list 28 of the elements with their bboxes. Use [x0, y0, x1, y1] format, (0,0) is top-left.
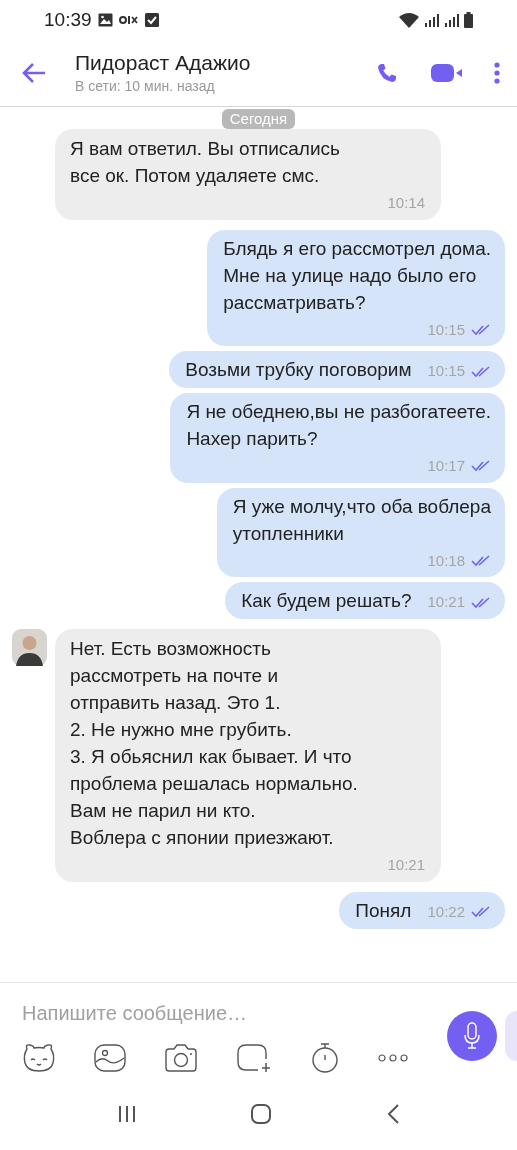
message-time: 10:18: [427, 550, 465, 571]
message-time: 10:22: [427, 901, 465, 922]
outgoing-message-bubble[interactable]: Я уже молчу,что оба воблера утопленники 10:18: [216, 487, 505, 577]
message-time: 10:21: [387, 855, 425, 875]
message-time: 10:14: [387, 193, 425, 213]
message-time: 10:15: [427, 319, 465, 340]
date-chip: Сегодня: [221, 109, 296, 129]
message-text: Я не обеднею,вы не разбогатеете. Нахер парить?: [186, 400, 491, 451]
message-text: Возьми трубку поговорим: [185, 358, 412, 382]
message-text: Нет. Есть возможность рассмотреть на почте и отправить назад. Это 1. 2. Не нужно мне грубить. 3. Я обьяснил как бывает. И что проблема решалась нормально. Вам не парил ни кто. Воблера с японии приезжают.: [70, 637, 359, 850]
message-field[interactable]: Напишите сообщение…: [22, 999, 422, 1027]
message-text: Блядь я его рассмотрел дома. Мне на улице надо было его рассматривать?: [223, 236, 491, 315]
contact-name: Пидораст Адажио: [75, 50, 252, 76]
online-status: В сети: 10 мин. назад: [75, 77, 216, 96]
message-time: 10:15: [427, 361, 465, 382]
message-text: Я вам ответил. Вы отписались все ок. Потом удаляете смс.: [70, 137, 341, 188]
message-text: Понял: [355, 898, 412, 923]
outgoing-message-bubble[interactable]: Понял 10:22: [339, 891, 505, 929]
outgoing-message-bubble[interactable]: Блядь я его рассмотрел дома. Мне на улице надо было его рассматривать? 10:15: [207, 229, 505, 346]
outgoing-message-bubble[interactable]: Я не обеднею,вы не разбогатеете. Нахер парить? 10:17: [170, 393, 505, 483]
message-text: Как будем решать?: [241, 589, 412, 613]
incoming-message-bubble[interactable]: Я вам ответил. Вы отписались все ок. Потом удаляете смс. 10:14: [55, 129, 441, 220]
message-time: 10:21: [427, 592, 465, 613]
status-time: 10:39: [44, 7, 92, 32]
message-time: 10:17: [427, 456, 465, 476]
outgoing-message-bubble[interactable]: Возьми трубку поговорим 10:15: [169, 351, 505, 388]
outgoing-message-bubble[interactable]: Как будем решать? 10:21: [225, 582, 505, 619]
message-text: Я уже молчу,что оба воблера утопленники: [232, 494, 491, 546]
